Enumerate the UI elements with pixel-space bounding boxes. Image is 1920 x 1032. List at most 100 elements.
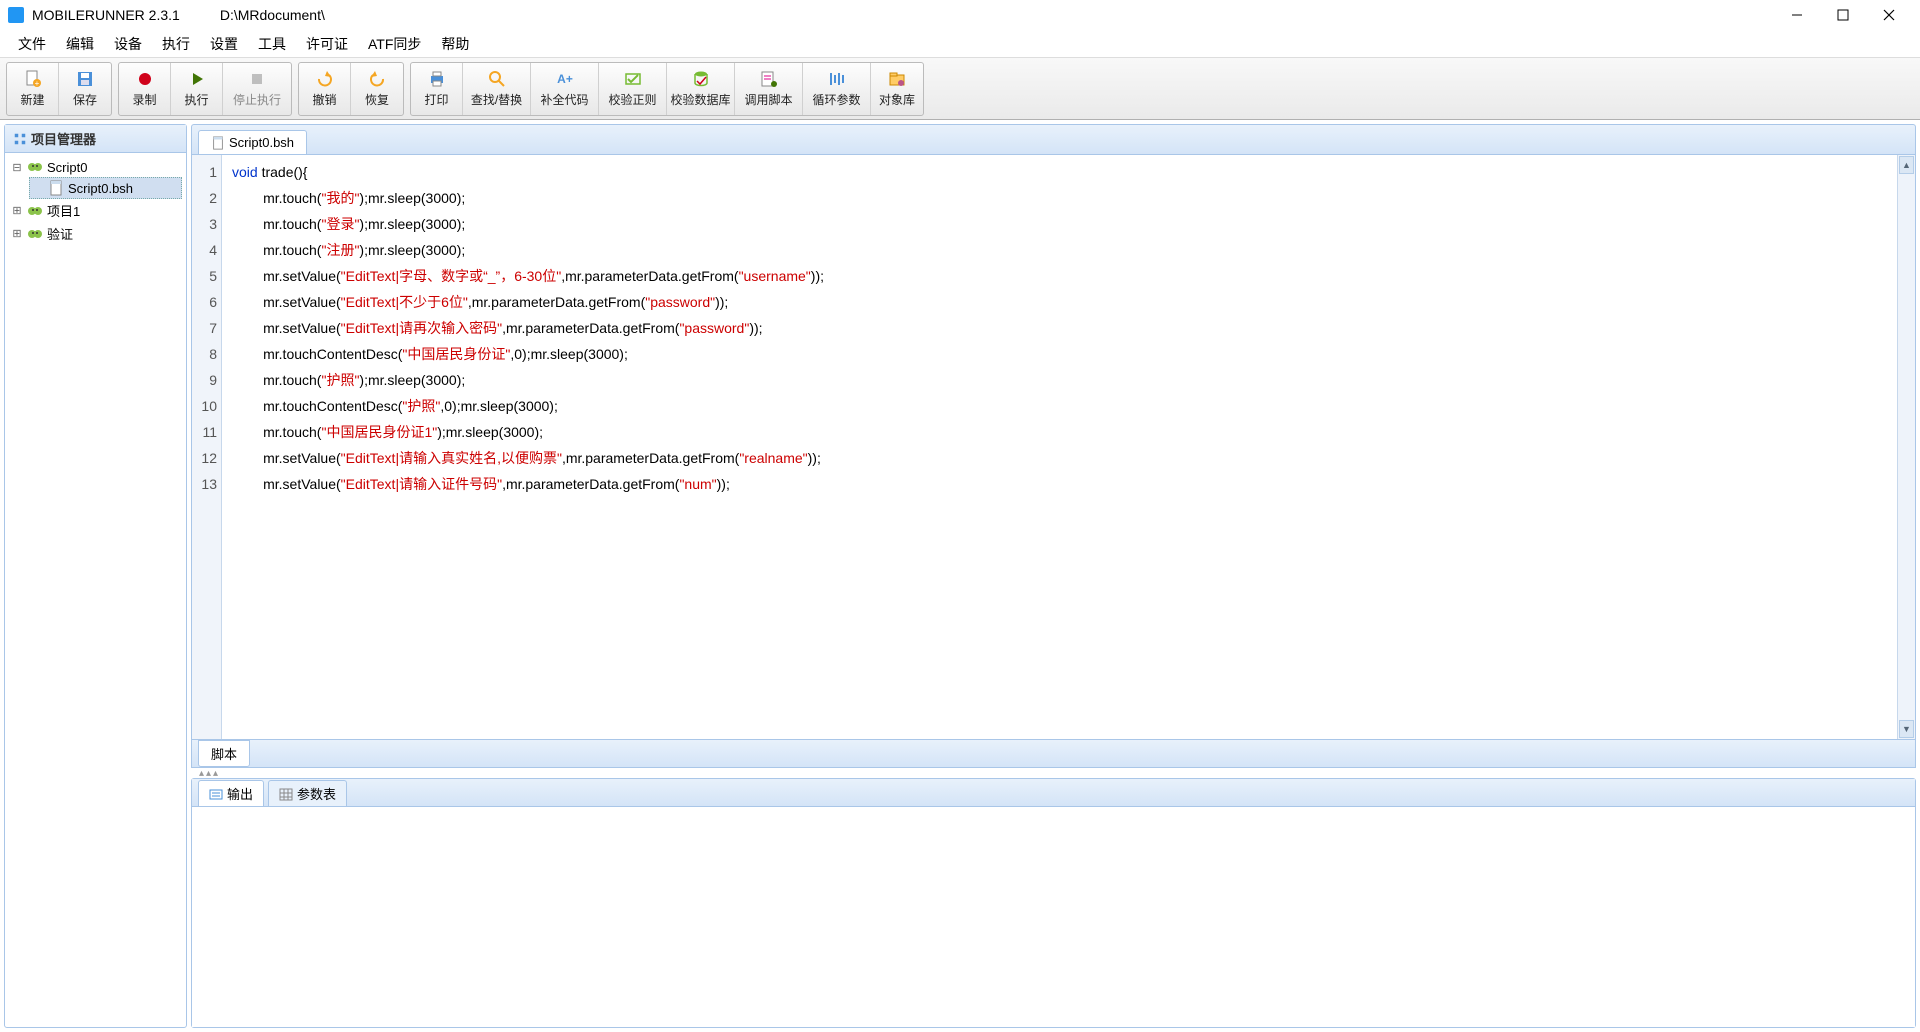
print-icon [427, 69, 447, 89]
toolbar-label: 恢复 [365, 91, 389, 108]
close-button[interactable] [1866, 0, 1912, 30]
find-icon [487, 69, 507, 89]
toolbar-print-button[interactable]: 打印 [411, 63, 463, 115]
toolbar-group-1: 录制 执行 停止执行 [118, 62, 292, 116]
toolbar-stop-button: 停止执行 [223, 63, 291, 115]
redo-icon [367, 69, 387, 89]
toolbar-find-button[interactable]: 查找/替换 [463, 63, 531, 115]
menu-1[interactable]: 编辑 [56, 30, 104, 58]
menu-7[interactable]: ATF同步 [358, 30, 431, 58]
table-icon [279, 787, 293, 801]
maximize-button[interactable] [1820, 0, 1866, 30]
code-editor[interactable]: 12345678910111213 void trade(){ mr.touch… [191, 154, 1916, 740]
output-tab-label: 输出 [227, 784, 253, 803]
tree-expander[interactable]: ⊟ [11, 161, 23, 174]
main-area: 项目管理器 ⊟Script0 Script0.bsh ⊞ 项目1 ⊞ 验证 Script0… [0, 120, 1920, 1032]
toolbar-label: 校验正则 [608, 91, 656, 108]
toolbar-redo-button[interactable]: 恢复 [351, 63, 403, 115]
undo-icon [315, 69, 335, 89]
toolbar-script-button[interactable]: 调用脚本 [735, 63, 803, 115]
project-tree[interactable]: ⊟Script0 Script0.bsh ⊞ 项目1 ⊞ 验证 [5, 153, 186, 1027]
toolbar-regex-button[interactable]: 校验正则 [599, 63, 667, 115]
objlib-icon [887, 69, 907, 89]
menu-5[interactable]: 工具 [248, 30, 296, 58]
toolbar-group-3: 打印查找/替换 A+ 补全代码 校验正则校验数据库调用脚本 循环参数 对象库 [410, 62, 924, 116]
menu-8[interactable]: 帮助 [431, 30, 479, 58]
explorer-icon [13, 132, 27, 146]
menu-3[interactable]: 执行 [152, 30, 200, 58]
tree-node-2[interactable]: ⊞ 验证 [9, 222, 182, 245]
toolbar-undo-button[interactable]: 撤销 [299, 63, 351, 115]
db-icon [691, 69, 711, 89]
loop-icon [827, 69, 847, 89]
toolbar-play-button[interactable]: 执行 [171, 63, 223, 115]
editor-area: Script0.bsh 12345678910111213 void trade… [191, 124, 1916, 1028]
file-icon [211, 136, 225, 150]
new-icon: + [23, 69, 43, 89]
toolbar-new-button[interactable]: +新建 [7, 63, 59, 115]
toolbar-label: 停止执行 [233, 91, 281, 108]
output-tab-0[interactable]: 输出 [198, 780, 264, 806]
scroll-up-button[interactable]: ▲ [1899, 156, 1914, 174]
toolbar-db-button[interactable]: 校验数据库 [667, 63, 735, 115]
project-explorer-title: 项目管理器 [31, 129, 96, 148]
toolbar-complete-button[interactable]: A+ 补全代码 [531, 63, 599, 115]
editor-tab-label: Script0.bsh [229, 135, 294, 150]
app-title: MOBILERUNNER 2.3.1 [32, 7, 180, 23]
resize-grip[interactable]: ▴▴▴ [191, 768, 1916, 778]
toolbar-label: 调用脚本 [744, 91, 792, 108]
project-explorer: 项目管理器 ⊟Script0 Script0.bsh ⊞ 项目1 ⊞ 验证 [4, 124, 187, 1028]
output-icon [209, 787, 223, 801]
output-body [192, 807, 1915, 1027]
output-tabs: 输出 参数表 [192, 779, 1915, 807]
svg-text:+: + [34, 79, 39, 88]
line-gutter: 12345678910111213 [192, 155, 222, 739]
toolbar-loop-button[interactable]: 循环参数 [803, 63, 871, 115]
editor-tabs: Script0.bsh [191, 124, 1916, 154]
output-tab-label: 参数表 [297, 784, 336, 803]
toolbar-label: 录制 [132, 91, 156, 108]
toolbar-group-2: 撤销 恢复 [298, 62, 404, 116]
scroll-track[interactable] [1898, 175, 1915, 719]
editor-bottom-tabs: 脚本 [191, 740, 1916, 768]
toolbar-label: 循环参数 [812, 91, 860, 108]
toolbar-label: 保存 [73, 91, 97, 108]
document-path: D:\MRdocument\ [220, 7, 325, 23]
output-tab-1[interactable]: 参数表 [268, 780, 347, 806]
code-content[interactable]: void trade(){ mr.touch("我的");mr.sleep(30… [222, 155, 1897, 739]
toolbar-label: 撤销 [312, 91, 336, 108]
vertical-scrollbar[interactable]: ▲ ▼ [1897, 155, 1915, 739]
tree-child-0-0[interactable]: Script0.bsh [29, 177, 182, 199]
tree-expander[interactable]: ⊞ [11, 227, 23, 240]
menu-6[interactable]: 许可证 [296, 30, 358, 58]
app-icon [8, 7, 24, 23]
tree-label: 项目1 [47, 201, 80, 220]
tree-label: Script0.bsh [68, 181, 133, 196]
toolbar-label: 补全代码 [540, 91, 588, 108]
toolbar-label: 对象库 [879, 91, 915, 108]
tree-node-0[interactable]: ⊟Script0 [9, 157, 182, 177]
tree-node-1[interactable]: ⊞ 项目1 [9, 199, 182, 222]
toolbar-objlib-button[interactable]: 对象库 [871, 63, 923, 115]
scroll-down-button[interactable]: ▼ [1899, 720, 1914, 738]
menu-4[interactable]: 设置 [200, 30, 248, 58]
menu-0[interactable]: 文件 [8, 30, 56, 58]
minimize-button[interactable] [1774, 0, 1820, 30]
toolbar-label: 校验数据库 [671, 91, 731, 108]
toolbar-group-0: +新建保存 [6, 62, 112, 116]
tree-expander[interactable]: ⊞ [11, 204, 23, 217]
toolbar-record-button[interactable]: 录制 [119, 63, 171, 115]
save-icon [75, 69, 95, 89]
toolbar-label: 查找/替换 [471, 91, 522, 108]
menubar: 文件编辑设备执行设置工具许可证ATF同步帮助 [0, 30, 1920, 58]
toolbar-label: 执行 [184, 91, 208, 108]
menu-2[interactable]: 设备 [104, 30, 152, 58]
titlebar: MOBILERUNNER 2.3.1 D:\MRdocument\ [0, 0, 1920, 30]
editor-tab-script0[interactable]: Script0.bsh [198, 130, 307, 154]
stop-icon [247, 69, 267, 89]
toolbar: +新建保存录制执行停止执行撤销恢复打印查找/替换A+补全代码校验正则校验数据库调… [0, 58, 1920, 120]
svg-text:A+: A+ [557, 72, 573, 86]
tree-label: 验证 [47, 224, 73, 243]
toolbar-save-button[interactable]: 保存 [59, 63, 111, 115]
tab-script[interactable]: 脚本 [198, 740, 250, 767]
